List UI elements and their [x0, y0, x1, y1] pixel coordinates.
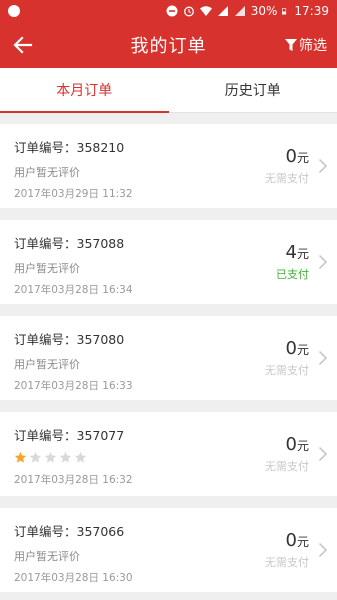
filter-icon	[285, 38, 297, 51]
status-bar: 30% 17:39	[0, 0, 337, 22]
order-date: 2017年03月28日 16:33	[14, 380, 133, 392]
chevron-right-icon	[318, 446, 328, 462]
amount-value: 4	[285, 242, 297, 263]
order-item[interactable]: 订单编号：357066 用户暂无评价 2017年03月28日 16:30 0元 …	[0, 508, 337, 592]
do-not-disturb-icon	[166, 5, 178, 17]
star-empty-icon	[74, 451, 87, 463]
battery-percent: 30%	[250, 4, 278, 18]
order-date: 2017年03月28日 16:30	[14, 572, 133, 584]
star-empty-icon	[59, 451, 72, 463]
pay-status: 无需支付	[265, 556, 309, 569]
battery-icon	[282, 8, 287, 15]
clock: 17:39	[294, 4, 329, 18]
page-title: 我的订单	[130, 36, 207, 57]
amount-value: 0	[285, 338, 297, 359]
order-item[interactable]: 订单编号：357088 用户暂无评价 2017年03月28日 16:34 4元 …	[0, 220, 337, 304]
amount-value: 0	[285, 434, 297, 455]
pay-status: 已支付	[276, 268, 309, 281]
amount-unit: 元	[296, 343, 309, 357]
pay-status: 无需支付	[265, 364, 309, 377]
wifi-icon	[199, 6, 212, 16]
alarm-icon	[183, 6, 194, 17]
order-amount: 0元	[286, 338, 309, 359]
order-number: 订单编号：357066	[14, 524, 125, 539]
star-empty-icon	[29, 451, 42, 463]
amount-value: 0	[285, 146, 297, 167]
signal-2-icon	[234, 6, 245, 16]
order-amount: 0元	[286, 530, 309, 551]
order-amount: 0元	[286, 146, 309, 167]
order-item[interactable]: 订单编号：357080 用户暂无评价 2017年03月28日 16:33 0元 …	[0, 316, 337, 400]
app-bar: 我的订单 筛选	[0, 22, 337, 68]
order-list: 订单编号：358210 用户暂无评价 2017年03月29日 11:32 0元 …	[0, 113, 337, 592]
amount-unit: 元	[296, 439, 309, 453]
order-number: 订单编号：357077	[14, 428, 125, 443]
chevron-right-icon	[318, 254, 328, 270]
order-amount: 0元	[286, 434, 309, 455]
amount-unit: 元	[296, 151, 309, 165]
order-number: 订单编号：357080	[14, 332, 125, 347]
amount-unit: 元	[296, 535, 309, 549]
order-date: 2017年03月28日 16:34	[14, 284, 133, 296]
order-item[interactable]: 订单编号：357077 2017年03月28日 16:32 0元 无需支付	[0, 412, 337, 496]
signal-icon	[217, 6, 228, 16]
back-arrow-icon[interactable]	[12, 34, 34, 56]
order-date: 2017年03月29日 11:32	[14, 188, 133, 200]
star-filled-icon	[14, 451, 27, 463]
pay-status: 无需支付	[265, 460, 309, 473]
filter-button[interactable]: 筛选	[285, 35, 327, 55]
chevron-right-icon	[318, 350, 328, 366]
order-amount: 4元	[286, 242, 309, 263]
tab-bar: 本月订单 历史订单	[0, 68, 337, 113]
order-number: 订单编号：358210	[14, 140, 125, 155]
amount-value: 0	[285, 530, 297, 551]
amount-unit: 元	[296, 247, 309, 261]
chevron-right-icon	[318, 542, 328, 558]
star-empty-icon	[44, 451, 57, 463]
tab-this-month[interactable]: 本月订单	[0, 68, 169, 113]
filter-label: 筛选	[299, 38, 327, 54]
order-number: 订单编号：357088	[14, 236, 125, 251]
order-date: 2017年03月28日 16:32	[14, 474, 133, 486]
order-item[interactable]: 订单编号：358210 用户暂无评价 2017年03月29日 11:32 0元 …	[0, 124, 337, 208]
tab-history[interactable]: 历史订单	[169, 68, 337, 112]
chevron-right-icon	[318, 158, 328, 174]
pay-status: 无需支付	[265, 172, 309, 185]
notification-dot-icon	[8, 5, 20, 17]
